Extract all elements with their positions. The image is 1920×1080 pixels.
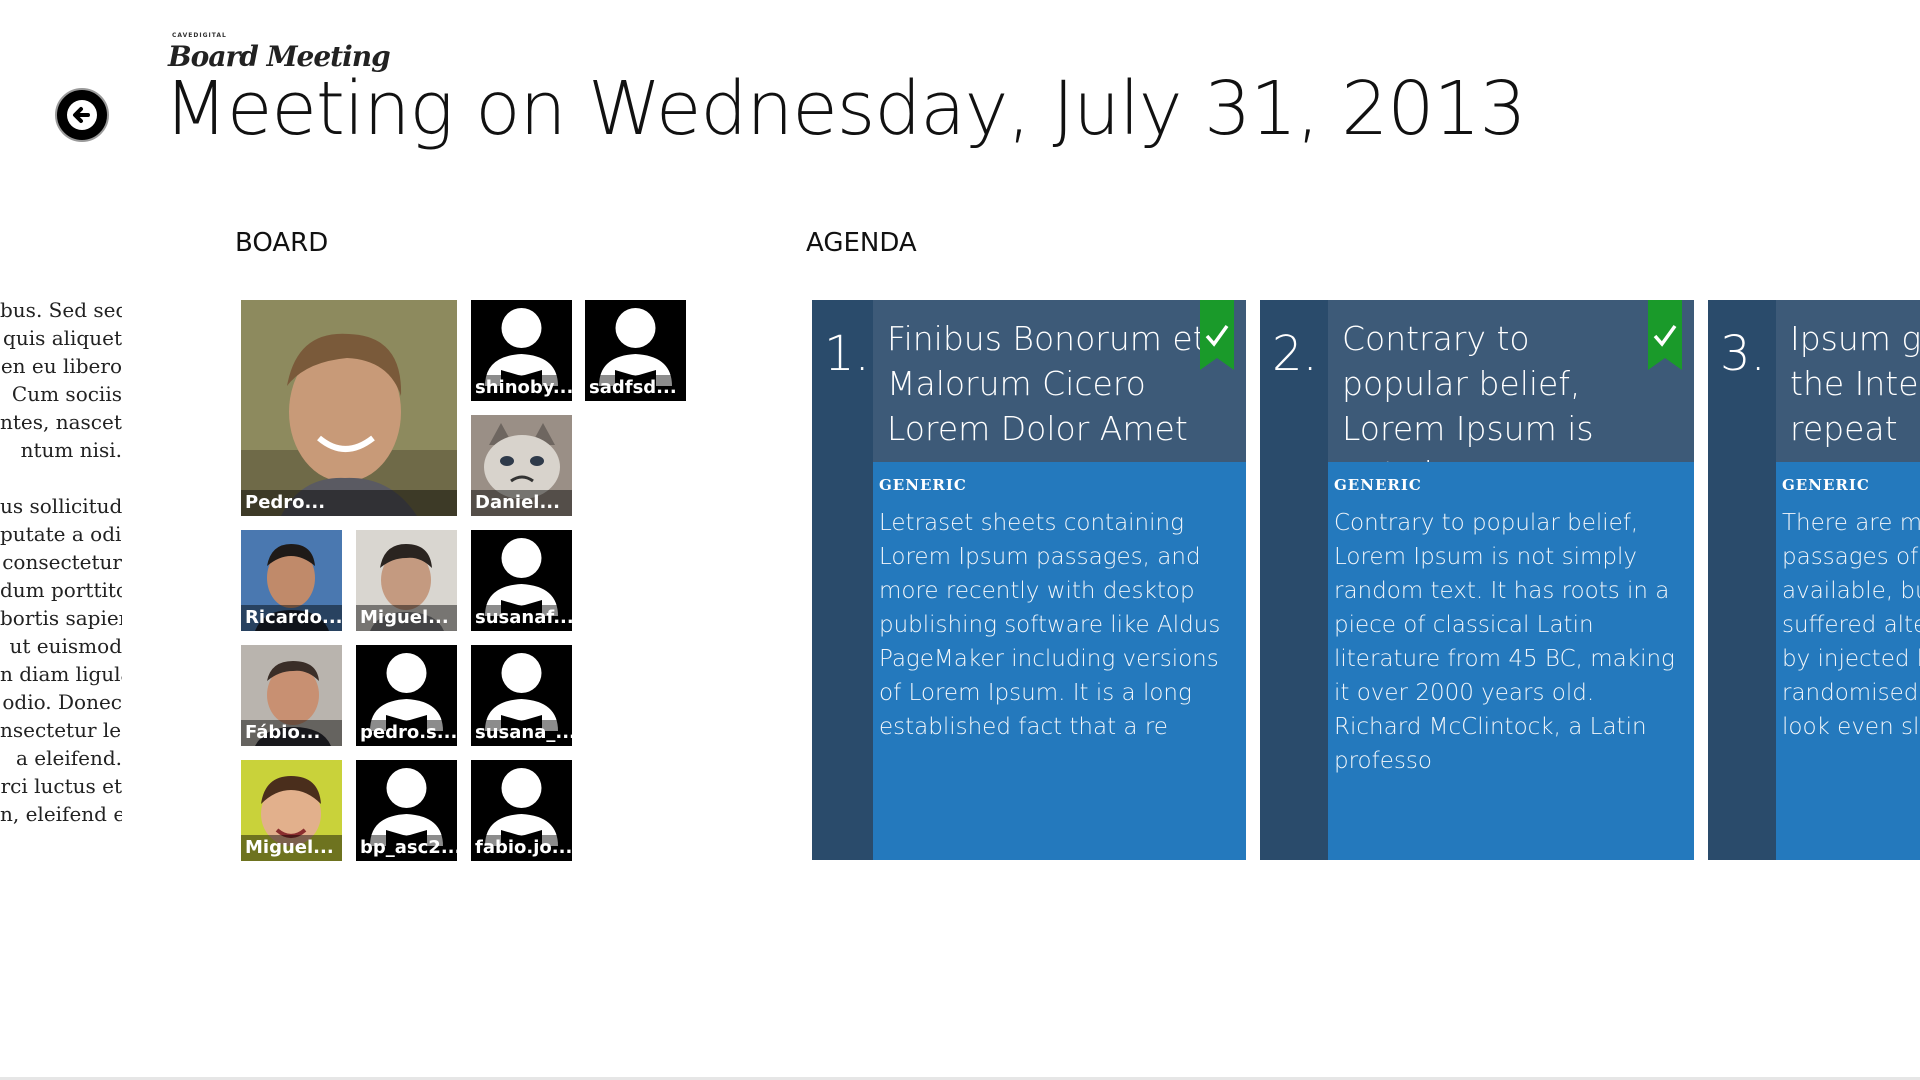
left-text-line: ntum nisi.	[20, 438, 122, 462]
agenda-item-header: Contrary to popular belief, Lorem Ipsum …	[1328, 300, 1694, 493]
board-member-tile[interactable]: pedro.s...	[356, 645, 457, 746]
agenda-section-label: AGENDA	[806, 228, 917, 258]
member-name: Miguel...	[241, 835, 342, 861]
board-section-label: BOARD	[235, 228, 329, 258]
board-member-tile[interactable]: Miguel...	[356, 530, 457, 631]
left-text-line: n, eleifend et	[0, 802, 122, 826]
agenda-item-description-line: look even slig	[1782, 714, 1920, 740]
board-member-tile[interactable]: shinoby...	[471, 300, 572, 401]
agenda-item-description: Letraset sheets containing Lorem Ipsum p…	[879, 510, 1221, 740]
member-name: Fábio...	[241, 720, 342, 746]
member-name: Miguel...	[356, 605, 457, 631]
page-title: Meeting on Wednesday, July 31, 2013	[164, 66, 1527, 152]
board-member-tile[interactable]: Pedro...	[241, 300, 457, 516]
agenda-item-card[interactable]: 1. Finibus Bonorum et Malorum Cicero Lor…	[812, 300, 1246, 860]
left-text-line: n diam ligula,	[0, 662, 122, 686]
board-member-tile[interactable]: Miguel...	[241, 760, 342, 861]
left-text-line: bus. Sed sed	[0, 298, 122, 322]
board-member-tile[interactable]: Fábio...	[241, 645, 342, 746]
agenda-item-description: There are ma passages of L available, bu…	[1782, 506, 1920, 744]
member-name: susana_...	[471, 720, 572, 746]
agenda-item-description: Contrary to popular belief, Lorem Ipsum …	[1334, 510, 1675, 774]
check-icon	[1648, 300, 1682, 370]
left-text-line: odio. Donec	[2, 690, 122, 714]
agenda-item-body: GENERIC Contrary to popular belief, Lore…	[1328, 462, 1694, 860]
board-member-tile[interactable]: susanaf...	[471, 530, 572, 631]
left-text-line: putate a odio	[0, 522, 122, 546]
left-text-line: ut euismod	[9, 634, 122, 658]
member-name: pedro.s...	[356, 720, 457, 746]
agenda-item-description-line: by injected h	[1782, 646, 1920, 672]
member-name: shinoby...	[471, 375, 572, 401]
agenda-item-description-line: passages of L	[1782, 544, 1920, 570]
agenda-item-number: 2.	[1272, 326, 1318, 382]
agenda-item-category: GENERIC	[1782, 476, 1870, 494]
left-text-line: nsectetur leo	[0, 718, 122, 742]
back-button[interactable]	[55, 88, 109, 142]
left-text-block-1: bus. Sed sed quis aliquet en eu libero C…	[0, 296, 122, 464]
agenda-item-category: GENERIC	[879, 476, 967, 494]
agenda-item-category: GENERIC	[1334, 476, 1422, 494]
board-member-tile[interactable]: susana_...	[471, 645, 572, 746]
agenda-item-header: Finibus Bonorum et Malorum Cicero Lorem …	[873, 300, 1246, 462]
left-text-line: ntes, nascetur	[0, 410, 122, 434]
logo-company: CAVEDIGITAL	[172, 32, 227, 39]
left-text-line: consectetur	[2, 550, 122, 574]
agenda-item-title-line: repeat	[1790, 409, 1898, 448]
board-member-tile[interactable]: sadfsd...	[585, 300, 686, 401]
member-name: Daniel...	[471, 490, 572, 516]
left-text-line: quis aliquet	[3, 326, 122, 350]
agenda-item-description-line: randomised w	[1782, 680, 1920, 706]
agenda-item-card[interactable]: 3. Ipsum ge the Interr repeat GENERIC Th…	[1708, 300, 1920, 860]
agenda-item-title: Ipsum ge the Interr repeat	[1790, 316, 1920, 451]
agenda-item-body: GENERIC There are ma passages of L avail…	[1776, 462, 1920, 860]
agenda-item-description-line: There are ma	[1782, 510, 1920, 536]
board-member-tile[interactable]: bp_asc2...	[356, 760, 457, 861]
agenda-item-number: 3.	[1720, 326, 1766, 382]
agenda-item-title-line: the Interr	[1790, 364, 1920, 403]
left-text-block-2: us sollicitudin putate a odio consectetu…	[0, 492, 122, 828]
agenda-item-body: GENERIC Letraset sheets containing Lorem…	[873, 462, 1246, 860]
agenda-item-description-line: suffered alte	[1782, 612, 1920, 638]
left-text-line: us sollicitudin	[0, 494, 122, 518]
agenda-item-title-line: Ipsum ge	[1790, 319, 1920, 358]
left-text-line: en eu libero	[0, 354, 122, 378]
member-name: Ricardo...	[241, 605, 342, 631]
member-name: susanaf...	[471, 605, 572, 631]
member-name: bp_asc2...	[356, 835, 457, 861]
agenda-item-header: Ipsum ge the Interr repeat	[1776, 300, 1920, 462]
left-text-line: Cum sociis	[11, 382, 122, 406]
left-text-line: bortis sapien	[0, 606, 122, 630]
check-icon	[1200, 300, 1234, 370]
agenda-item-title: Finibus Bonorum et Malorum Cicero Lorem …	[887, 319, 1206, 448]
member-name: sadfsd...	[585, 375, 686, 401]
left-text-line: rci luctus et	[0, 774, 122, 798]
board-member-tile[interactable]: Daniel...	[471, 415, 572, 516]
board-member-tile[interactable]: Ricardo...	[241, 530, 342, 631]
back-arrow-icon	[67, 100, 97, 130]
member-photo	[241, 300, 457, 516]
board-member-tile[interactable]: fabio.jo...	[471, 760, 572, 861]
agenda-item-number: 1.	[824, 326, 870, 382]
agenda-item-description-line: available, but	[1782, 578, 1920, 604]
member-name: Pedro...	[241, 490, 457, 516]
member-name: fabio.jo...	[471, 835, 572, 861]
left-text-line: dum porttitor	[0, 578, 122, 602]
left-text-line: a eleifend.	[15, 746, 122, 770]
agenda-item-card[interactable]: 2. Contrary to popular belief, Lorem Ips…	[1260, 300, 1694, 860]
